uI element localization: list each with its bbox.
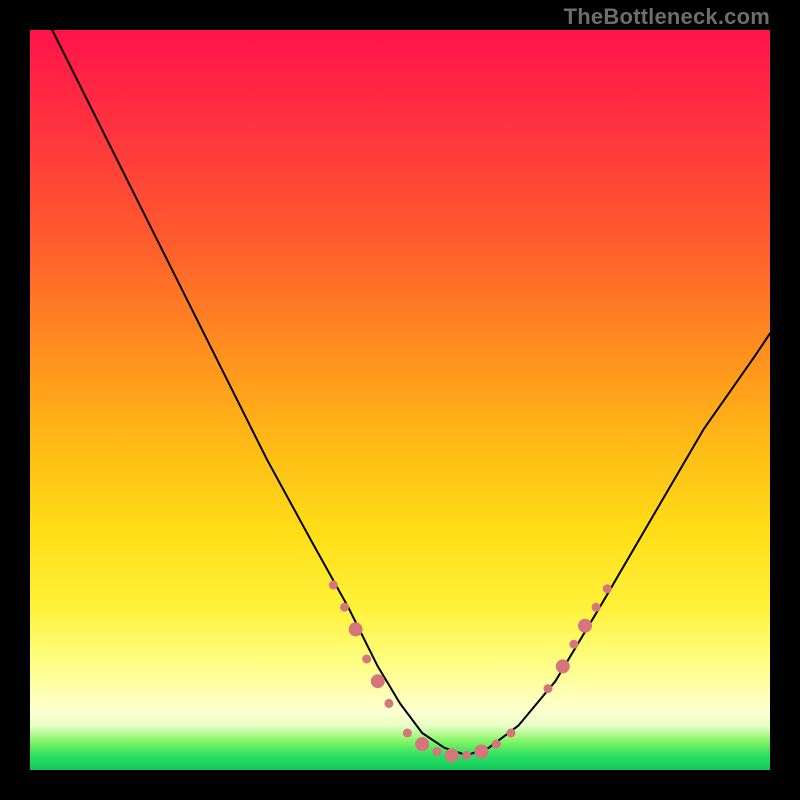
chart-svg xyxy=(30,30,770,770)
highlight-dot xyxy=(403,729,412,738)
plot-area xyxy=(30,30,770,770)
watermark-text: TheBottleneck.com xyxy=(564,4,770,30)
highlight-dot xyxy=(384,699,393,708)
highlight-dot xyxy=(556,659,570,673)
highlight-dot xyxy=(592,603,601,612)
highlight-dot xyxy=(415,737,429,751)
curve-line xyxy=(52,30,770,755)
highlight-dot xyxy=(492,740,501,749)
highlight-dot xyxy=(371,674,385,688)
highlight-dot xyxy=(578,619,592,633)
highlight-dot xyxy=(474,745,488,759)
highlight-dot xyxy=(462,751,471,760)
highlight-dot xyxy=(507,729,516,738)
highlight-dot xyxy=(544,684,553,693)
highlight-dot xyxy=(362,655,371,664)
highlight-dot xyxy=(340,603,349,612)
highlight-dot xyxy=(329,581,338,590)
highlight-dot xyxy=(569,640,578,649)
highlight-dot xyxy=(349,622,363,636)
highlight-dot xyxy=(603,584,612,593)
chart-stage: TheBottleneck.com xyxy=(0,0,800,800)
highlight-dot xyxy=(445,748,459,762)
highlight-dot xyxy=(433,747,442,756)
